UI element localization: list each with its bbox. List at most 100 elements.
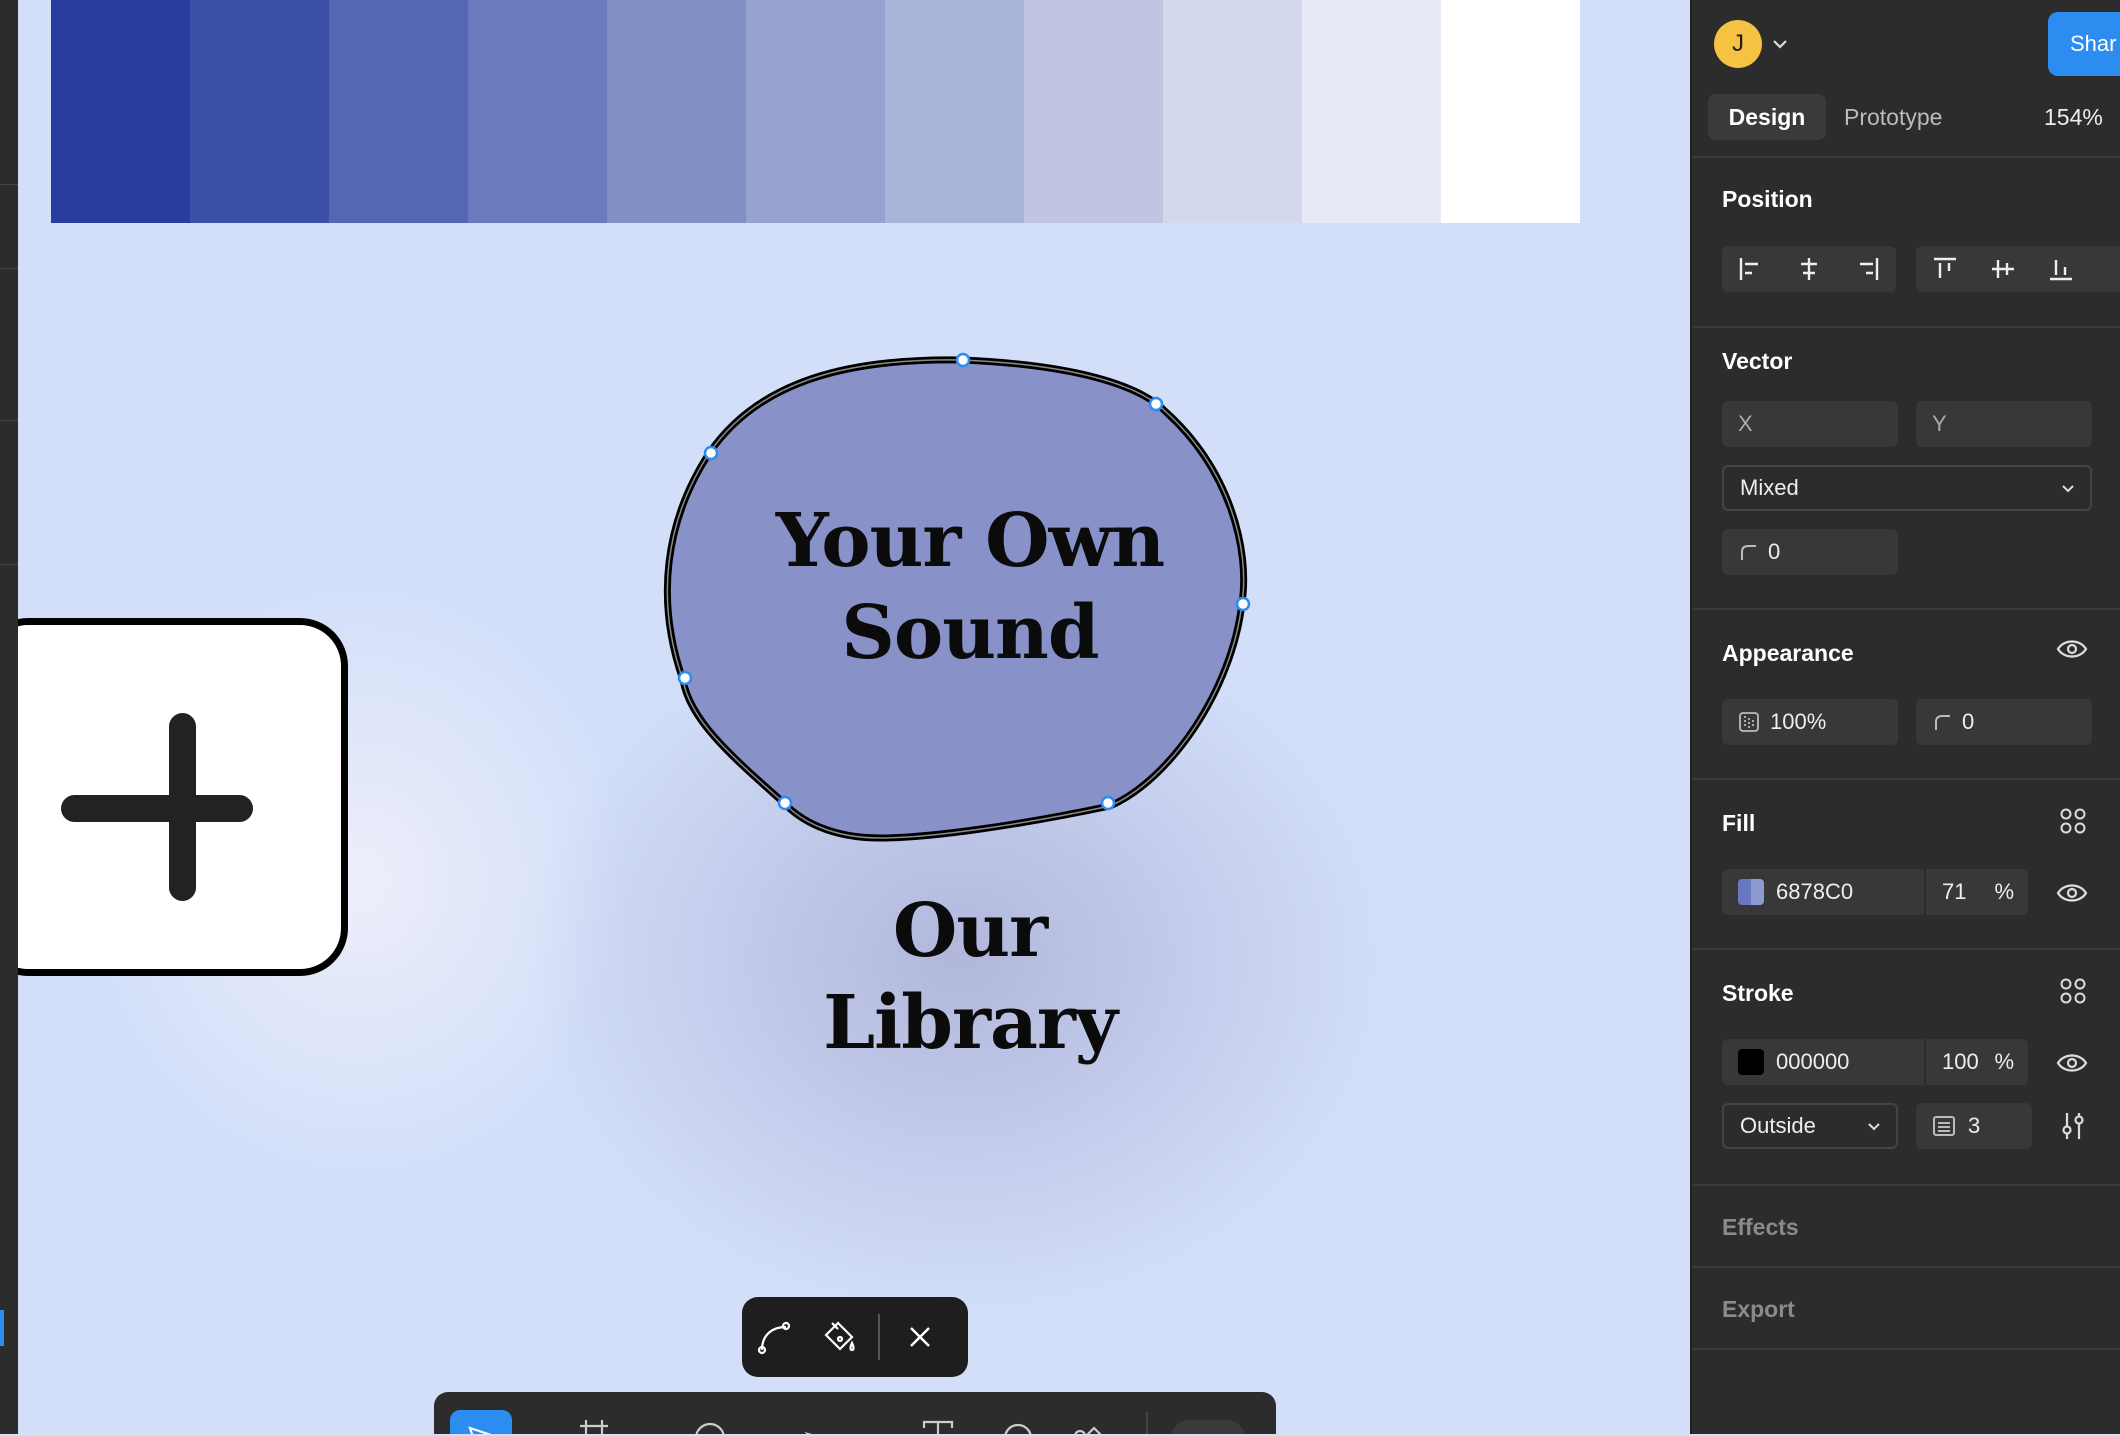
- palette-swatch[interactable]: [1441, 0, 1580, 223]
- export-section[interactable]: Export: [1692, 1266, 2120, 1350]
- vector-node[interactable]: [955, 352, 971, 368]
- palette-swatch[interactable]: [1024, 0, 1163, 223]
- align-bottom-icon: [2050, 260, 2072, 281]
- toolbar-divider: [878, 1314, 880, 1360]
- align-top-button[interactable]: [1916, 246, 1974, 292]
- align-center-h-button[interactable]: [1780, 246, 1838, 292]
- vector-node[interactable]: [677, 670, 693, 686]
- selection-indicator: [0, 1310, 4, 1346]
- chevron-down-icon[interactable]: [1770, 34, 1790, 54]
- stroke-weight-field[interactable]: 3: [1916, 1103, 2032, 1149]
- appearance-corner-radius-field[interactable]: 0: [1916, 699, 2092, 745]
- avatar[interactable]: J: [1714, 20, 1762, 68]
- vector-node[interactable]: [777, 795, 793, 811]
- palette-swatch[interactable]: [607, 0, 746, 223]
- palette-swatch[interactable]: [1163, 0, 1302, 223]
- opacity-field[interactable]: 100%: [1722, 699, 1898, 745]
- vector-node[interactable]: [1148, 396, 1164, 412]
- vertical-align-group: [1916, 246, 2120, 292]
- eye-icon[interactable]: [2056, 1050, 2088, 1076]
- align-right-icon: [1860, 258, 1879, 280]
- align-right-button[interactable]: [1838, 246, 1896, 292]
- stroke-position-select[interactable]: Outside: [1722, 1103, 1898, 1149]
- position-section: Position: [1692, 156, 2120, 328]
- palette-swatch[interactable]: [885, 0, 1024, 223]
- styles-grid-icon[interactable]: [2058, 806, 2088, 836]
- pen-tool-icon[interactable]: [800, 1414, 840, 1434]
- eye-icon[interactable]: [2056, 880, 2088, 906]
- fill-color-swatch[interactable]: [1738, 879, 1764, 905]
- add-card[interactable]: [0, 618, 348, 976]
- share-button[interactable]: Shar: [2048, 12, 2120, 76]
- stroke-position-value: Outside: [1740, 1113, 1816, 1138]
- blob-heading-line-2: Sound: [841, 590, 1099, 676]
- styles-grid-icon[interactable]: [2058, 976, 2088, 1006]
- palette-swatch[interactable]: [746, 0, 885, 223]
- shape-tool-icon[interactable]: [690, 1414, 730, 1434]
- close-icon: [910, 1327, 930, 1347]
- paint-bucket-button[interactable]: [806, 1305, 870, 1369]
- move-tool-button[interactable]: [450, 1410, 512, 1434]
- align-middle-button[interactable]: [1974, 246, 2032, 292]
- vector-corner-radius-field[interactable]: 0: [1722, 529, 1898, 575]
- chevron-down-icon: [1868, 1123, 1880, 1131]
- paint-bucket-icon: [824, 1321, 855, 1352]
- align-left-button[interactable]: [1722, 246, 1780, 292]
- frame-tool-icon[interactable]: [574, 1414, 614, 1434]
- tab-design[interactable]: Design: [1708, 94, 1826, 140]
- fill-percent-label: %: [1994, 879, 2014, 904]
- stroke-color-field[interactable]: 000000: [1722, 1039, 1924, 1085]
- opacity-value: 100%: [1770, 709, 1827, 734]
- vector-mode-select[interactable]: Mixed: [1722, 465, 2092, 511]
- fill-hex-value: 6878C0: [1776, 879, 1854, 904]
- vector-node[interactable]: [703, 445, 719, 461]
- eye-icon[interactable]: [2056, 636, 2088, 662]
- vector-node[interactable]: [1100, 795, 1116, 811]
- text-tool-icon[interactable]: [918, 1414, 958, 1434]
- palette-swatch[interactable]: [51, 0, 190, 223]
- dev-mode-toggle[interactable]: [1170, 1420, 1246, 1434]
- close-vector-edit-button[interactable]: [888, 1305, 952, 1369]
- left-panel-edge: [0, 0, 18, 1434]
- library-heading-line-1: Our: [892, 888, 1048, 974]
- fill-color-field[interactable]: 6878C0: [1722, 869, 1924, 915]
- effects-section[interactable]: Effects: [1692, 1184, 2120, 1268]
- plus-icon-horizontal: [61, 795, 253, 822]
- stroke-opacity-value: 100: [1942, 1049, 1979, 1074]
- stroke-title: Stroke: [1722, 980, 1794, 1006]
- align-left-icon: [1739, 258, 1758, 280]
- library-heading-line-2: Library: [823, 980, 1118, 1066]
- components-icon[interactable]: [1068, 1414, 1108, 1434]
- align-bottom-button[interactable]: [2032, 246, 2090, 292]
- toolbar-divider: [1146, 1412, 1148, 1434]
- design-canvas[interactable]: Your Own Sound Our Library: [0, 0, 1690, 1434]
- fill-section: Fill: [1692, 778, 2120, 950]
- align-center-horizontal-icon: [1801, 258, 1817, 280]
- align-top-icon: [1934, 257, 1956, 278]
- stroke-settings-icon[interactable]: [2058, 1110, 2088, 1142]
- fill-opacity-field[interactable]: 71 %: [1926, 869, 2028, 915]
- bend-tool-button[interactable]: [742, 1305, 806, 1369]
- palette-swatch[interactable]: [329, 0, 468, 223]
- fill-title: Fill: [1722, 810, 1756, 836]
- horizontal-align-group: [1722, 246, 1896, 292]
- stroke-color-swatch[interactable]: [1738, 1049, 1764, 1075]
- export-title: Export: [1722, 1296, 1795, 1322]
- corner-radius-icon: [1935, 715, 1950, 730]
- zoom-level[interactable]: 154%: [2044, 94, 2103, 140]
- vector-node[interactable]: [1235, 596, 1251, 612]
- stroke-opacity-field[interactable]: 100 %: [1926, 1039, 2028, 1085]
- palette-swatch[interactable]: [468, 0, 607, 223]
- y-field[interactable]: Y: [1916, 401, 2092, 447]
- tab-prototype[interactable]: Prototype: [1844, 94, 1942, 140]
- color-palette[interactable]: [51, 0, 1580, 223]
- appearance-corner-radius-value: 0: [1962, 709, 1975, 734]
- opacity-icon: [1739, 712, 1759, 732]
- panel-bottom: [1692, 1348, 2120, 1436]
- comment-tool-icon[interactable]: [998, 1414, 1038, 1434]
- stroke-weight-icon: [1933, 1116, 1955, 1136]
- x-field[interactable]: X: [1722, 401, 1898, 447]
- palette-swatch[interactable]: [190, 0, 329, 223]
- palette-swatch[interactable]: [1302, 0, 1441, 223]
- bend-curve-icon: [757, 1321, 791, 1355]
